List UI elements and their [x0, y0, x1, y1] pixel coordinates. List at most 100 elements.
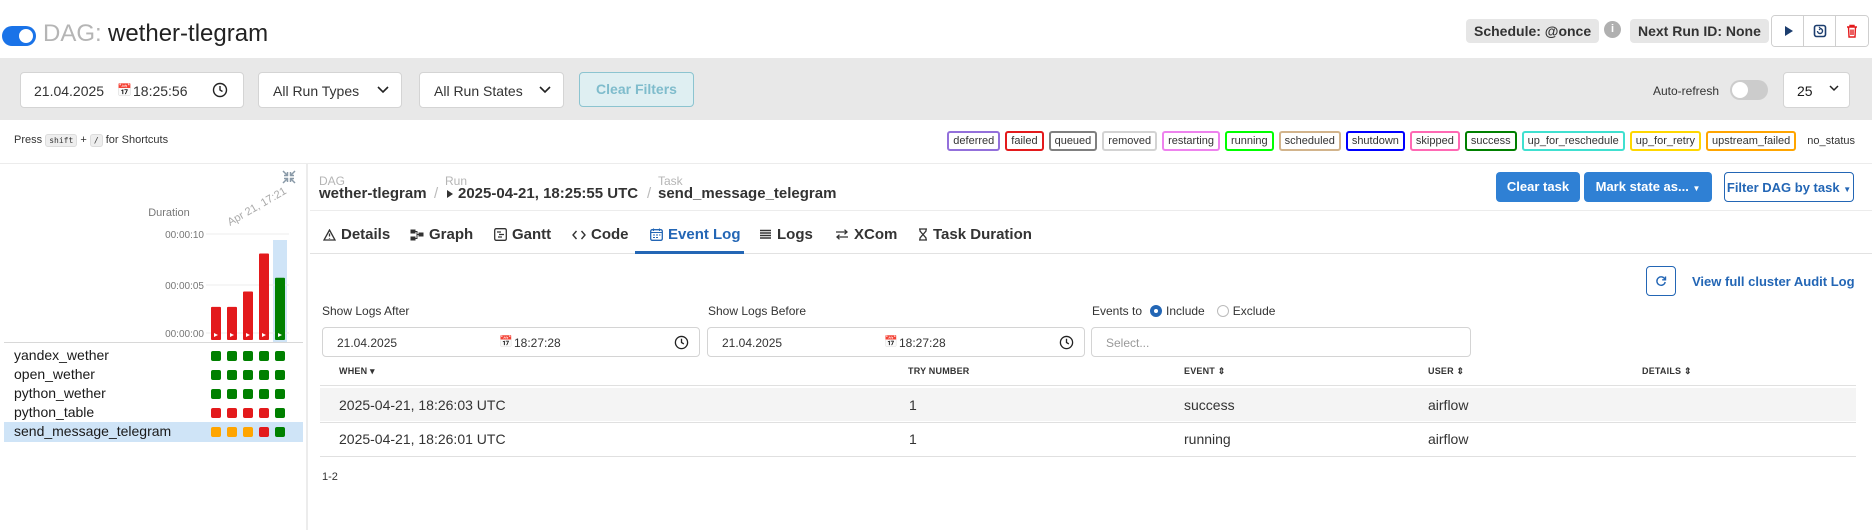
legend-queued[interactable]: queued	[1048, 131, 1098, 151]
task-instance-cell[interactable]	[211, 408, 221, 418]
panel-divider[interactable]	[306, 164, 308, 530]
dag-pause-toggle[interactable]	[2, 26, 36, 46]
task-instance-cell[interactable]	[259, 370, 269, 380]
task-instance-cell[interactable]	[227, 370, 237, 380]
slash-key: /	[89, 134, 103, 147]
tab-logs[interactable]: Logs	[759, 226, 813, 243]
audit-log-link[interactable]: View full cluster Audit Log	[1692, 274, 1855, 289]
tab-gantt[interactable]: Gantt	[494, 226, 551, 243]
task-instance-cell[interactable]	[243, 408, 253, 418]
events-select[interactable]: Select...	[1091, 327, 1471, 357]
table-row: 2025-04-21, 18:26:03 UTC 1 success airfl…	[320, 388, 1856, 421]
breadcrumb-run-value: 2025-04-21, 18:25:55 UTC	[458, 185, 639, 202]
tab-label: Code	[591, 226, 629, 243]
tab-code[interactable]: Code	[572, 226, 629, 243]
task-instance-cell[interactable]	[275, 427, 285, 437]
legend-deferred[interactable]: deferred	[947, 131, 1001, 151]
legend-shutdown[interactable]: shutdown	[1345, 131, 1405, 151]
task-instance-cell[interactable]	[275, 370, 285, 380]
parse-dag-button[interactable]	[1804, 16, 1836, 46]
info-icon[interactable]: i	[1604, 21, 1621, 38]
tab-event-log[interactable]: Event Log	[650, 226, 741, 243]
mark-state-button[interactable]: Mark state as... ▼	[1584, 172, 1712, 202]
tab-xcom[interactable]: XCom	[835, 226, 897, 243]
run-states-value: All Run States	[434, 83, 523, 99]
legend-removed[interactable]: removed	[1102, 131, 1158, 151]
task-instance-cell[interactable]	[211, 389, 221, 399]
task-instance-cell[interactable]	[227, 351, 237, 361]
legend-running[interactable]: running	[1224, 131, 1274, 151]
task-instance-cell[interactable]	[275, 408, 285, 418]
task-instance-cell[interactable]	[259, 389, 269, 399]
task-instance-cell[interactable]	[259, 351, 269, 361]
task-instance-cell[interactable]	[227, 408, 237, 418]
delete-dag-button[interactable]	[1836, 16, 1868, 46]
tab-task-duration[interactable]: Task Duration	[918, 226, 1032, 243]
legend-restarting[interactable]: restarting	[1162, 131, 1220, 151]
legend-up-for-reschedule[interactable]: up_for_reschedule	[1521, 131, 1625, 151]
run-duration-bar[interactable]	[275, 277, 285, 340]
task-name: send_message_telegram	[14, 423, 172, 439]
task-instance-cell[interactable]	[211, 427, 221, 437]
task-row-send-message-telegram[interactable]: send_message_telegram	[4, 422, 303, 442]
auto-refresh-toggle[interactable]	[1730, 80, 1768, 100]
column-header-when[interactable]: WHEN ▾	[339, 366, 375, 377]
legend-no-status[interactable]: no_status	[1801, 135, 1855, 147]
show-after-label: Show Logs After	[322, 304, 410, 318]
column-header-event[interactable]: EVENT ⇕	[1184, 366, 1225, 377]
task-instance-cell[interactable]	[259, 427, 269, 437]
calendar-icon: 📅	[117, 83, 132, 97]
exclude-label[interactable]: Exclude	[1233, 304, 1276, 318]
task-row-yandex-wether[interactable]: yandex_wether	[4, 346, 303, 365]
refresh-button[interactable]	[1646, 266, 1676, 296]
clock-icon[interactable]	[1059, 335, 1074, 350]
run-types-select[interactable]: All Run Types	[258, 72, 402, 108]
base-date-input[interactable]: 21.04.2025 📅 18:25:56	[20, 72, 244, 108]
task-row-open-wether[interactable]: open_wether	[4, 365, 303, 384]
breadcrumb-dag[interactable]: wether-tlegram	[319, 185, 427, 202]
legend-success[interactable]: success	[1464, 131, 1517, 151]
run-duration-bar[interactable]	[243, 291, 253, 341]
exclude-radio[interactable]	[1216, 305, 1229, 317]
clock-icon[interactable]	[212, 82, 228, 98]
legend-upstream-failed[interactable]: upstream_failed	[1706, 131, 1797, 151]
task-row-python-table[interactable]: python_table	[4, 403, 303, 422]
task-row-python-wether[interactable]: python_wether	[4, 384, 303, 403]
task-instance-cell[interactable]	[227, 427, 237, 437]
show-after-input[interactable]: 21.04.2025 📅 18:27:28	[322, 327, 700, 357]
clear-task-button[interactable]: Clear task	[1496, 172, 1580, 202]
column-header-user[interactable]: USER ⇕	[1428, 366, 1464, 377]
tab-graph[interactable]: Graph	[410, 226, 473, 243]
run-states-select[interactable]: All Run States	[419, 72, 564, 108]
include-label[interactable]: Include	[1166, 304, 1205, 318]
num-runs-select[interactable]: 25	[1783, 72, 1850, 108]
legend-scheduled[interactable]: scheduled	[1278, 131, 1341, 151]
task-instance-cell[interactable]	[211, 370, 221, 380]
table-header-divider	[320, 385, 1856, 386]
legend-skipped[interactable]: skipped	[1409, 131, 1460, 151]
task-instance-cell[interactable]	[275, 351, 285, 361]
filter-dag-button[interactable]: Filter DAG by task ▼	[1724, 172, 1854, 202]
task-instance-cell[interactable]	[259, 408, 269, 418]
task-instance-cell[interactable]	[243, 351, 253, 361]
y-tick-label: 00:00:00	[165, 329, 204, 340]
clock-icon[interactable]	[674, 335, 689, 350]
breadcrumb-task[interactable]: send_message_telegram	[658, 185, 836, 202]
task-instance-cell[interactable]	[243, 427, 253, 437]
clear-filters-button[interactable]: Clear Filters	[579, 72, 694, 107]
legend-failed[interactable]: failed	[1005, 131, 1044, 151]
task-instance-cell[interactable]	[275, 389, 285, 399]
include-radio[interactable]	[1150, 305, 1163, 317]
run-duration-bar[interactable]	[259, 253, 269, 340]
trigger-dag-button[interactable]	[1772, 16, 1804, 46]
breadcrumb-run[interactable]: 2025-04-21, 18:25:55 UTC	[446, 185, 638, 202]
column-header-details[interactable]: DETAILS ⇕	[1642, 366, 1692, 377]
legend-up-for-retry[interactable]: up_for_retry	[1629, 131, 1702, 151]
cell-when: 2025-04-21, 18:26:03 UTC	[339, 397, 506, 413]
task-instance-cell[interactable]	[243, 370, 253, 380]
show-before-input[interactable]: 21.04.2025 📅 18:27:28	[707, 327, 1085, 357]
task-instance-cell[interactable]	[227, 389, 237, 399]
tab-details[interactable]: Details	[323, 226, 390, 243]
task-instance-cell[interactable]	[243, 389, 253, 399]
task-instance-cell[interactable]	[211, 351, 221, 361]
